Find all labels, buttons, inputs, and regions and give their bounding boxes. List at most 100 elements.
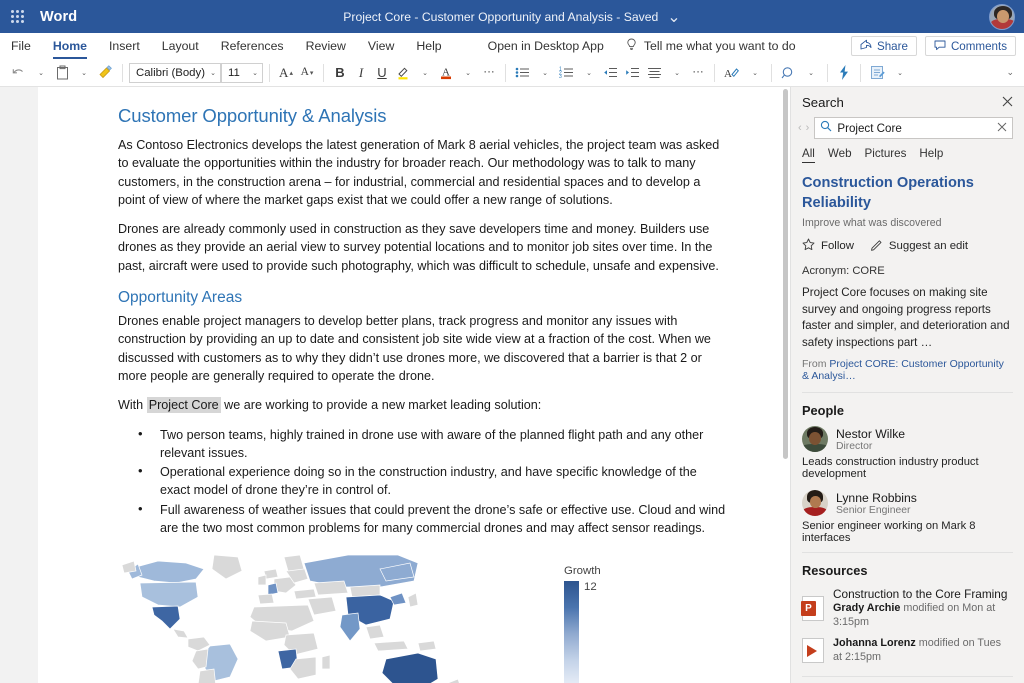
pencil-icon [870,238,883,254]
document-title[interactable]: Project Core - Customer Opportunity and … [343,10,658,24]
filter-tab-all[interactable]: All [802,147,815,163]
highlight-dropdown[interactable]: ⌄ [415,62,435,84]
resource-author: Johanna Lorenz [833,637,916,649]
tab-references[interactable]: References [210,33,295,59]
bold-button[interactable]: B [330,62,350,84]
tab-help[interactable]: Help [405,33,452,59]
bullet-list-dropdown[interactable]: ⌄ [535,62,555,84]
video-file-icon [802,638,824,663]
clear-icon[interactable] [997,119,1007,137]
resource-row[interactable]: Johanna Lorenz modified on Tues at 2:15p… [791,633,1024,668]
paragraph-1: As Contoso Electronics develops the late… [118,136,729,209]
open-in-desktop-app-button[interactable]: Open in Desktop App [477,33,615,59]
undo-dropdown[interactable]: ⌄ [31,62,51,84]
tab-insert[interactable]: Insert [98,33,151,59]
more-para-label: ··· [692,67,704,79]
nav-next-icon[interactable]: › [805,122,811,134]
region-spain [258,594,274,604]
numbered-list-dropdown[interactable]: ⌄ [579,62,599,84]
find-button[interactable] [778,62,799,84]
bullet-list-button[interactable] [512,62,533,84]
align-dropdown[interactable]: ⌄ [667,62,687,84]
paragraph-2: Drones are already commonly used in cons… [118,220,729,275]
more-font-options-button[interactable]: ··· [479,62,499,84]
more-font-label: ··· [483,67,495,79]
suggest-edit-button[interactable]: Suggest an edit [870,238,968,254]
resource-info: Construction to the Core Framing Grady A… [833,587,1013,629]
format-painter-button[interactable] [95,62,116,84]
follow-label: Follow [821,240,854,252]
result-title[interactable]: Construction Operations Reliability [802,173,1013,213]
person-row[interactable]: Lynne Robbins Senior Engineer [791,488,1024,516]
document-page[interactable]: Customer Opportunity & Analysis As Conto… [38,87,781,683]
styles-button[interactable]: A [721,62,743,84]
filter-tab-help[interactable]: Help [919,147,943,163]
chevron-down-icon[interactable]: ⌄ [667,7,680,27]
shrink-font-label: A [301,67,309,79]
avatar[interactable] [989,4,1015,30]
world-map-chart [118,549,548,683]
tell-me-search[interactable]: Tell me what you want to do [615,33,807,59]
comments-button[interactable]: Comments [925,36,1016,56]
tab-file[interactable]: File [0,33,42,59]
source-link[interactable]: Project CORE: Customer Opportunity & Ana… [802,358,1004,382]
grow-font-button[interactable]: A▴ [276,62,296,84]
search-input[interactable]: Project Core [814,117,1013,139]
world-map-figure[interactable]: Growth 12 [118,549,729,683]
editor-button[interactable] [867,62,888,84]
document-scrollbar[interactable] [781,87,790,683]
scrollbar-thumb[interactable] [783,89,788,459]
app-launcher-icon[interactable] [0,10,34,23]
italic-button[interactable]: I [351,62,371,84]
star-icon [802,238,815,254]
font-size-select[interactable]: 11 ⌄ [221,63,263,83]
legend-scale: 12 [564,581,601,683]
close-icon[interactable] [1002,96,1013,109]
shrink-font-button[interactable]: A▾ [297,62,317,84]
region-greenland [212,555,242,579]
paste-dropdown[interactable]: ⌄ [74,62,94,84]
increase-indent-button[interactable] [622,62,643,84]
font-name-select[interactable]: Calibri (Body) ⌄ [129,63,221,83]
legend-max-value: 12 [584,581,597,593]
paragraph-4-post: we are working to provide a new market l… [221,398,542,412]
resource-row[interactable]: P Construction to the Core Framing Grady… [791,584,1024,633]
person-note: Leads construction industry product deve… [791,452,1024,488]
numbered-list-button[interactable]: 123 [556,62,577,84]
result-acronym: Acronym: CORE [802,265,1013,277]
tab-home[interactable]: Home [42,33,98,59]
person-row[interactable]: Nestor Wilke Director [791,424,1024,452]
nav-prev-icon[interactable]: ‹ [797,122,803,134]
dictate-button[interactable] [834,62,854,84]
search-row: ‹ › Project Core [791,117,1024,139]
paste-button[interactable] [52,62,72,84]
underline-button[interactable]: U [372,62,392,84]
share-button[interactable]: Share [851,36,917,56]
region-united-states [140,582,198,607]
font-color-dropdown[interactable]: ⌄ [458,62,478,84]
find-dropdown[interactable]: ⌄ [801,62,821,84]
collapse-ribbon-button[interactable]: ⌄ [1006,67,1016,78]
decrease-indent-button[interactable] [600,62,621,84]
styles-dropdown[interactable]: ⌄ [745,62,765,84]
editor-dropdown[interactable]: ⌄ [890,62,910,84]
font-color-button[interactable]: A [436,62,456,84]
tab-review[interactable]: Review [295,33,357,59]
list-item: Two person teams, highly trained in dron… [158,426,729,463]
filter-tab-pictures[interactable]: Pictures [865,147,907,163]
undo-button[interactable] [8,62,29,84]
follow-button[interactable]: Follow [802,238,854,254]
tab-layout[interactable]: Layout [151,33,210,59]
highlight-button[interactable] [393,62,413,84]
align-button[interactable] [644,62,665,84]
grow-font-label: A [279,66,288,79]
tab-view[interactable]: View [357,33,405,59]
legend-gradient-bar [564,581,579,683]
filter-tab-web[interactable]: Web [828,147,852,163]
paragraph-4: With Project Core we are working to prov… [118,396,729,414]
bullet-list: Two person teams, highly trained in dron… [118,426,729,538]
paragraph-4-pre: With [118,398,147,412]
divider [860,64,861,82]
search-pane-title: Search [802,95,844,110]
more-paragraph-options-button[interactable]: ··· [688,62,708,84]
